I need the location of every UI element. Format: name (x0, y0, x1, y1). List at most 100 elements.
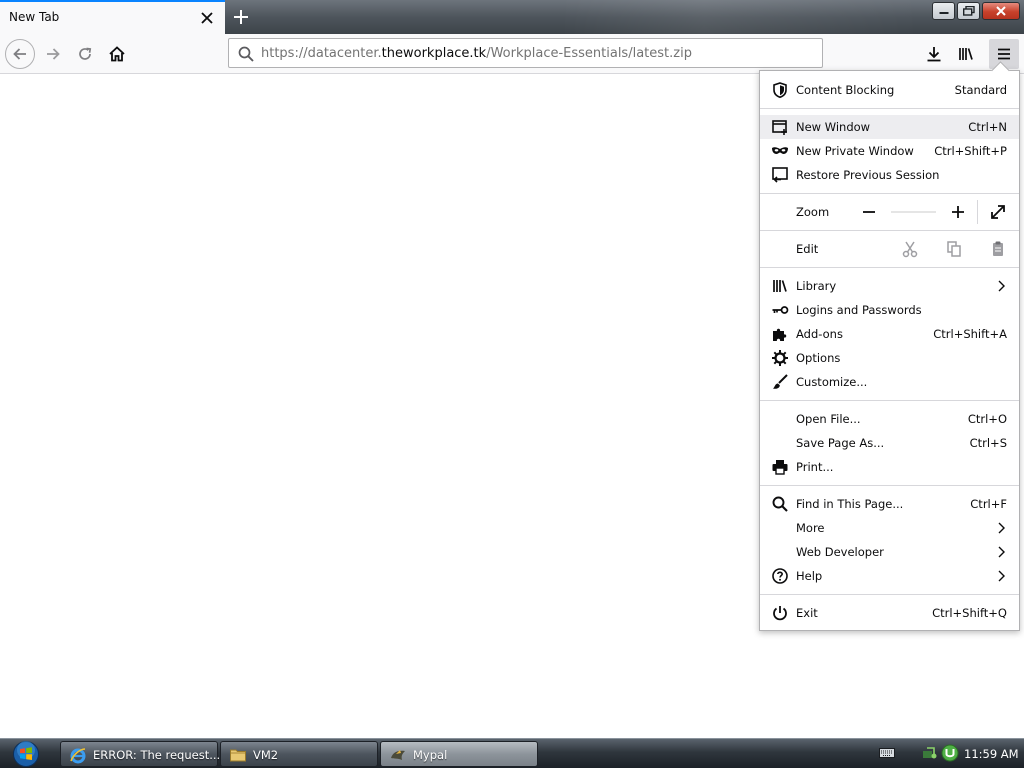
menu-item-restore-session[interactable]: Restore Previous Session (760, 163, 1019, 187)
reload-icon (79, 47, 92, 60)
menu-separator (760, 193, 1019, 194)
menu-separator (760, 485, 1019, 486)
menu-item-content-blocking[interactable]: Content Blocking Standard (760, 78, 1019, 102)
menu-item-shortcut: Ctrl+N (968, 120, 1007, 134)
close-tab-icon[interactable] (198, 9, 216, 27)
chevron-right-icon (997, 570, 1005, 582)
menu-item-label: New Private Window (796, 144, 914, 158)
forward-button[interactable] (38, 39, 68, 69)
plus-icon (234, 10, 248, 24)
menu-item-shortcut: Ctrl+Shift+Q (932, 606, 1007, 620)
menu-item-open-file[interactable]: Open File... Ctrl+O (760, 407, 1019, 431)
menu-item-label: Edit (796, 242, 819, 256)
library-button[interactable] (951, 39, 981, 69)
hamburger-menu-icon (998, 48, 1010, 60)
key-icon (771, 301, 789, 319)
forward-arrow-icon (47, 48, 60, 60)
paintbrush-icon (771, 373, 789, 391)
url-path: /Workplace-Essentials/latest.zip (486, 46, 692, 61)
menu-item-new-private-window[interactable]: New Private Window Ctrl+Shift+P (760, 139, 1019, 163)
menu-item-label: Find in This Page... (796, 497, 904, 511)
taskbar: ERROR: The request... VM2 Mypal 11:59 AM (0, 738, 1024, 768)
menu-item-print[interactable]: Print... (760, 455, 1019, 479)
power-icon (771, 604, 789, 622)
network-icon[interactable] (922, 745, 938, 764)
menu-item-addons[interactable]: Add-ons Ctrl+Shift+A (760, 322, 1019, 346)
utorrent-icon[interactable] (941, 744, 959, 765)
plus-icon (952, 206, 964, 218)
keyboard-icon[interactable] (879, 747, 895, 762)
gear-icon (771, 349, 789, 367)
ie-icon (69, 746, 87, 764)
taskbar-item-label: ERROR: The request... (93, 748, 221, 762)
printer-icon (771, 458, 789, 476)
menu-item-zoom: Zoom (760, 200, 1019, 224)
menu-item-label: Options (796, 351, 841, 365)
menu-item-new-window[interactable]: New Window Ctrl+N (760, 115, 1019, 139)
downloads-button[interactable] (919, 39, 949, 69)
menu-item-options[interactable]: Options (760, 346, 1019, 370)
window-controls (932, 2, 1020, 20)
menu-item-exit[interactable]: Exit Ctrl+Shift+Q (760, 601, 1019, 625)
menu-item-more[interactable]: More (760, 516, 1019, 540)
fullscreen-icon (991, 205, 1005, 219)
menu-item-label: Web Developer (796, 545, 884, 559)
taskbar-item-mypal[interactable]: Mypal (380, 741, 538, 767)
help-icon (771, 567, 789, 585)
menu-item-label: Help (796, 569, 823, 583)
tab-new-tab[interactable]: New Tab (0, 0, 225, 34)
menu-item-shortcut: Ctrl+F (970, 497, 1007, 511)
new-window-icon (771, 118, 789, 136)
taskbar-item-error[interactable]: ERROR: The request... (60, 741, 221, 767)
shield-icon (771, 81, 789, 99)
new-tab-button[interactable] (229, 5, 253, 29)
menu-item-shortcut: Ctrl+O (967, 412, 1007, 426)
content-blocking-value: Standard (954, 83, 1007, 97)
app-menu-panel: Content Blocking Standard New Window Ctr… (759, 70, 1020, 631)
home-button[interactable] (102, 39, 132, 69)
menu-item-library[interactable]: Library (760, 274, 1019, 298)
taskbar-item-label: Mypal (413, 748, 448, 762)
menu-item-find[interactable]: Find in This Page... Ctrl+F (760, 492, 1019, 516)
menu-item-web-developer[interactable]: Web Developer (760, 540, 1019, 564)
taskbar-item-vm2[interactable]: VM2 (220, 741, 378, 767)
chevron-right-icon (997, 280, 1005, 292)
menu-item-label: Logins and Passwords (796, 303, 922, 317)
window-close-button[interactable] (982, 2, 1020, 20)
menu-item-label: Exit (796, 606, 818, 620)
menu-item-label: Save Page As... (796, 436, 885, 450)
address-bar[interactable]: https://datacenter.theworkplace.tk/Workp… (228, 38, 823, 68)
zoom-out-button[interactable] (858, 201, 880, 223)
chevron-right-icon (997, 546, 1005, 558)
clipboard-icon (993, 241, 1003, 256)
paste-button[interactable] (987, 238, 1009, 260)
home-icon (109, 46, 125, 62)
zoom-level-bar (891, 211, 936, 213)
url-host: theworkplace.tk (381, 46, 487, 61)
back-button[interactable] (5, 39, 35, 69)
tab-strip: New Tab (0, 0, 1024, 34)
menu-item-customize[interactable]: Customize... (760, 370, 1019, 394)
mypal-icon (389, 746, 407, 764)
search-icon (771, 495, 789, 513)
menu-item-logins[interactable]: Logins and Passwords (760, 298, 1019, 322)
menu-item-label: Print... (796, 460, 834, 474)
zoom-in-button[interactable] (947, 201, 969, 223)
puzzle-piece-icon (771, 325, 789, 343)
menu-item-save-page[interactable]: Save Page As... Ctrl+S (760, 431, 1019, 455)
menu-item-edit: Edit (760, 237, 1019, 261)
start-button[interactable] (7, 740, 45, 768)
fullscreen-button[interactable] (987, 201, 1009, 223)
cut-button[interactable] (899, 238, 921, 260)
minimize-button[interactable] (932, 2, 955, 20)
menu-item-label: Restore Previous Session (796, 168, 940, 182)
reload-button[interactable] (70, 39, 100, 69)
menu-item-shortcut: Ctrl+Shift+A (933, 327, 1007, 341)
menu-item-label: Open File... (796, 412, 861, 426)
menu-item-label: New Window (796, 120, 871, 134)
menu-item-shortcut: Ctrl+S (969, 436, 1007, 450)
menu-item-help[interactable]: Help (760, 564, 1019, 588)
menu-item-label: Library (796, 279, 837, 293)
restore-button[interactable] (957, 2, 980, 20)
copy-button[interactable] (943, 238, 965, 260)
